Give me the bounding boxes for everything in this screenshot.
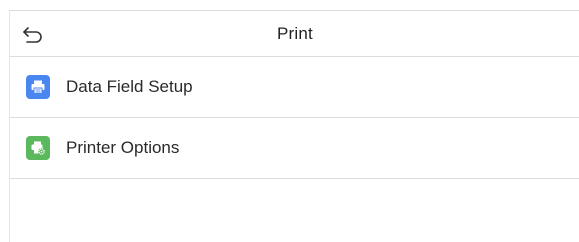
menu-item-label: Printer Options xyxy=(66,138,180,157)
page-title: Print xyxy=(277,23,313,43)
menu-item-printer-options[interactable]: Printer Options xyxy=(10,118,579,179)
back-button[interactable] xyxy=(20,22,46,46)
printer-document-icon xyxy=(26,75,50,99)
back-arrow-icon xyxy=(23,27,42,43)
menu-item-label: Data Field Setup xyxy=(66,77,193,96)
header-bar: Print xyxy=(10,11,579,57)
print-screen: Print Data Field Setup Printer Options xyxy=(9,10,579,242)
printer-gear-icon xyxy=(26,136,50,160)
menu-item-data-field-setup[interactable]: Data Field Setup xyxy=(10,57,579,118)
